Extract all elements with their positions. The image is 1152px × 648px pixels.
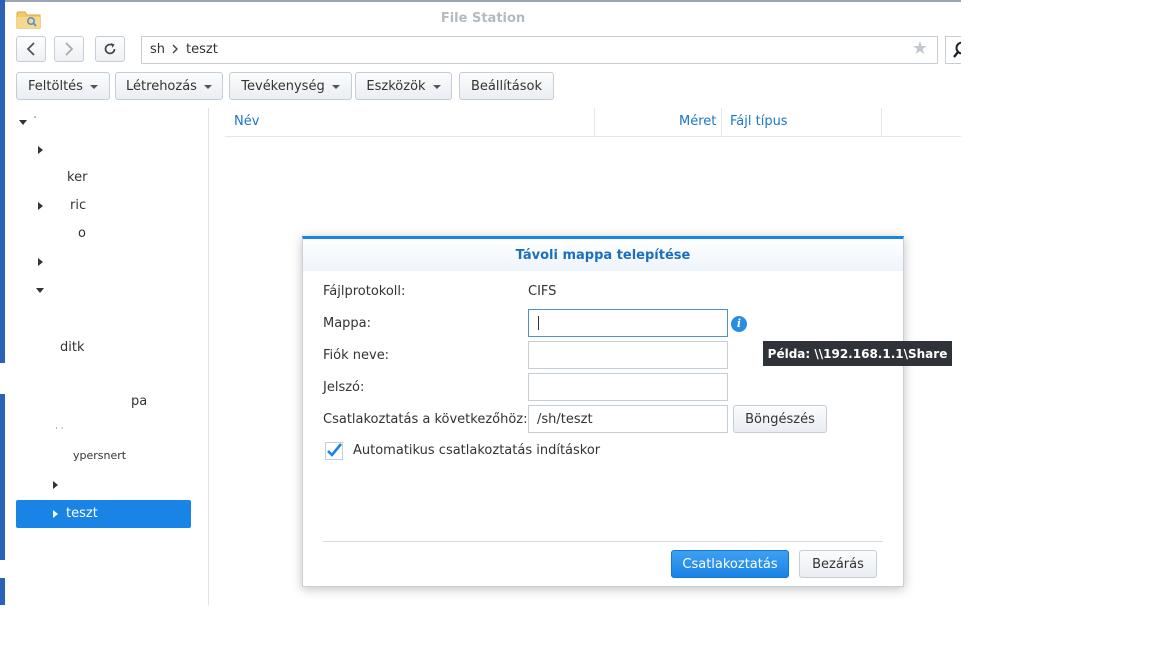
- upload-label: Feltöltés: [28, 78, 83, 94]
- dialog-title: Távoli mappa telepítése: [515, 248, 691, 263]
- tree-item-label[interactable]: ditk: [60, 340, 85, 355]
- tools-menu-button[interactable]: Eszközök: [355, 72, 452, 100]
- upload-menu-button[interactable]: Feltöltés: [16, 72, 110, 100]
- protocol-value: CIFS: [528, 284, 557, 299]
- search-button[interactable]: [945, 36, 961, 64]
- tools-label: Eszközök: [366, 78, 426, 94]
- connect-label: Csatlakoztatás: [682, 556, 778, 572]
- tree-item-label[interactable]: ric: [70, 198, 86, 213]
- window-title: File Station: [440, 11, 526, 26]
- mount-point-label: Csatlakoztatás a következőhöz:: [323, 412, 528, 427]
- chevron-right-icon: [65, 42, 74, 56]
- caret-down-icon: [89, 85, 98, 89]
- example-tooltip: Példa: \\192.168.1.1\Share: [763, 341, 952, 366]
- refresh-icon: [104, 43, 116, 55]
- tree-item-label[interactable]: · ·: [55, 424, 64, 434]
- close-label: Bezárás: [812, 556, 864, 572]
- column-separator[interactable]: [721, 108, 722, 136]
- column-size[interactable]: Méret: [679, 114, 716, 129]
- breadcrumb-separator-icon: [171, 41, 179, 61]
- password-label: Jelszó:: [323, 380, 365, 395]
- redaction-patch: [0, 560, 14, 578]
- refresh-button[interactable]: [95, 36, 125, 62]
- checkmark-icon: [325, 442, 343, 460]
- breadcrumb-segment[interactable]: sh: [150, 42, 165, 57]
- tree-item-label[interactable]: o: [78, 226, 86, 241]
- forward-button[interactable]: [54, 36, 84, 62]
- chevron-left-icon: [26, 42, 35, 56]
- action-menu-button[interactable]: Tevékenység: [229, 72, 352, 100]
- auto-mount-checkbox[interactable]: [325, 442, 343, 460]
- settings-button[interactable]: Beállítások: [459, 72, 554, 100]
- tree-item-selected-label: teszt: [66, 506, 98, 521]
- action-label: Tevékenység: [241, 78, 325, 94]
- browse-button[interactable]: Böngészés: [733, 405, 827, 433]
- settings-label: Beállítások: [470, 78, 543, 94]
- expand-arrow-icon[interactable]: [53, 510, 58, 518]
- column-name[interactable]: Név: [234, 114, 259, 129]
- tree-item-label[interactable]: ·: [33, 111, 37, 126]
- mount-remote-folder-dialog: Távoli mappa telepítése Fájlprotokoll: C…: [302, 236, 904, 587]
- browse-label: Böngészés: [745, 411, 815, 427]
- folder-input[interactable]: [528, 309, 728, 337]
- search-icon: [953, 41, 961, 58]
- breadcrumb-segment[interactable]: teszt: [186, 42, 218, 57]
- caret-down-icon: [331, 85, 340, 89]
- column-separator[interactable]: [594, 108, 595, 136]
- password-input[interactable]: [528, 373, 728, 401]
- tree-item-label[interactable]: pa: [131, 394, 147, 409]
- protocol-label: Fájlprotokoll:: [323, 284, 406, 299]
- caret-down-icon: [203, 85, 212, 89]
- expand-arrow-icon[interactable]: [38, 146, 43, 154]
- tree-item-label[interactable]: ypersnert: [73, 449, 126, 462]
- dialog-divider: [323, 541, 883, 542]
- tree-divider[interactable]: [208, 108, 209, 605]
- account-input[interactable]: [528, 341, 728, 369]
- close-button[interactable]: Bezárás: [799, 550, 877, 578]
- file-list-header: Név Méret Fájl típus: [225, 108, 961, 137]
- tooltip-text: Példa: \\192.168.1.1\Share: [767, 346, 948, 361]
- folder-tree: · ker ric o ditk pa · · ypersnert teszt: [5, 108, 208, 605]
- path-bar[interactable]: sh teszt ★: [141, 36, 938, 64]
- expand-arrow-icon[interactable]: [36, 288, 44, 293]
- create-label: Létrehozás: [126, 78, 197, 94]
- tree-item-label[interactable]: ker: [67, 170, 87, 185]
- tree-item-selected[interactable]: teszt: [16, 500, 191, 528]
- connect-button[interactable]: Csatlakoztatás: [671, 550, 789, 578]
- caret-down-icon: [432, 85, 441, 89]
- star-icon[interactable]: ★: [912, 40, 928, 58]
- text-cursor: [538, 316, 539, 330]
- redaction-patch: [0, 363, 208, 394]
- account-label: Fiók neve:: [323, 348, 390, 363]
- column-type[interactable]: Fájl típus: [730, 114, 788, 129]
- dialog-header[interactable]: Távoli mappa telepítése: [303, 239, 903, 271]
- auto-mount-label[interactable]: Automatikus csatlakoztatás indításkor: [353, 443, 600, 458]
- folder-label: Mappa:: [323, 316, 372, 331]
- expand-arrow-icon[interactable]: [53, 481, 58, 489]
- expand-arrow-icon[interactable]: [38, 202, 43, 210]
- expand-arrow-icon[interactable]: [38, 258, 43, 266]
- create-menu-button[interactable]: Létrehozás: [115, 72, 223, 100]
- back-button[interactable]: [16, 36, 46, 62]
- mount-point-input[interactable]: [528, 405, 728, 433]
- expand-arrow-icon[interactable]: [19, 120, 27, 125]
- column-separator[interactable]: [881, 108, 882, 136]
- title-bar: File Station: [5, 2, 961, 34]
- info-icon[interactable]: i: [731, 316, 747, 332]
